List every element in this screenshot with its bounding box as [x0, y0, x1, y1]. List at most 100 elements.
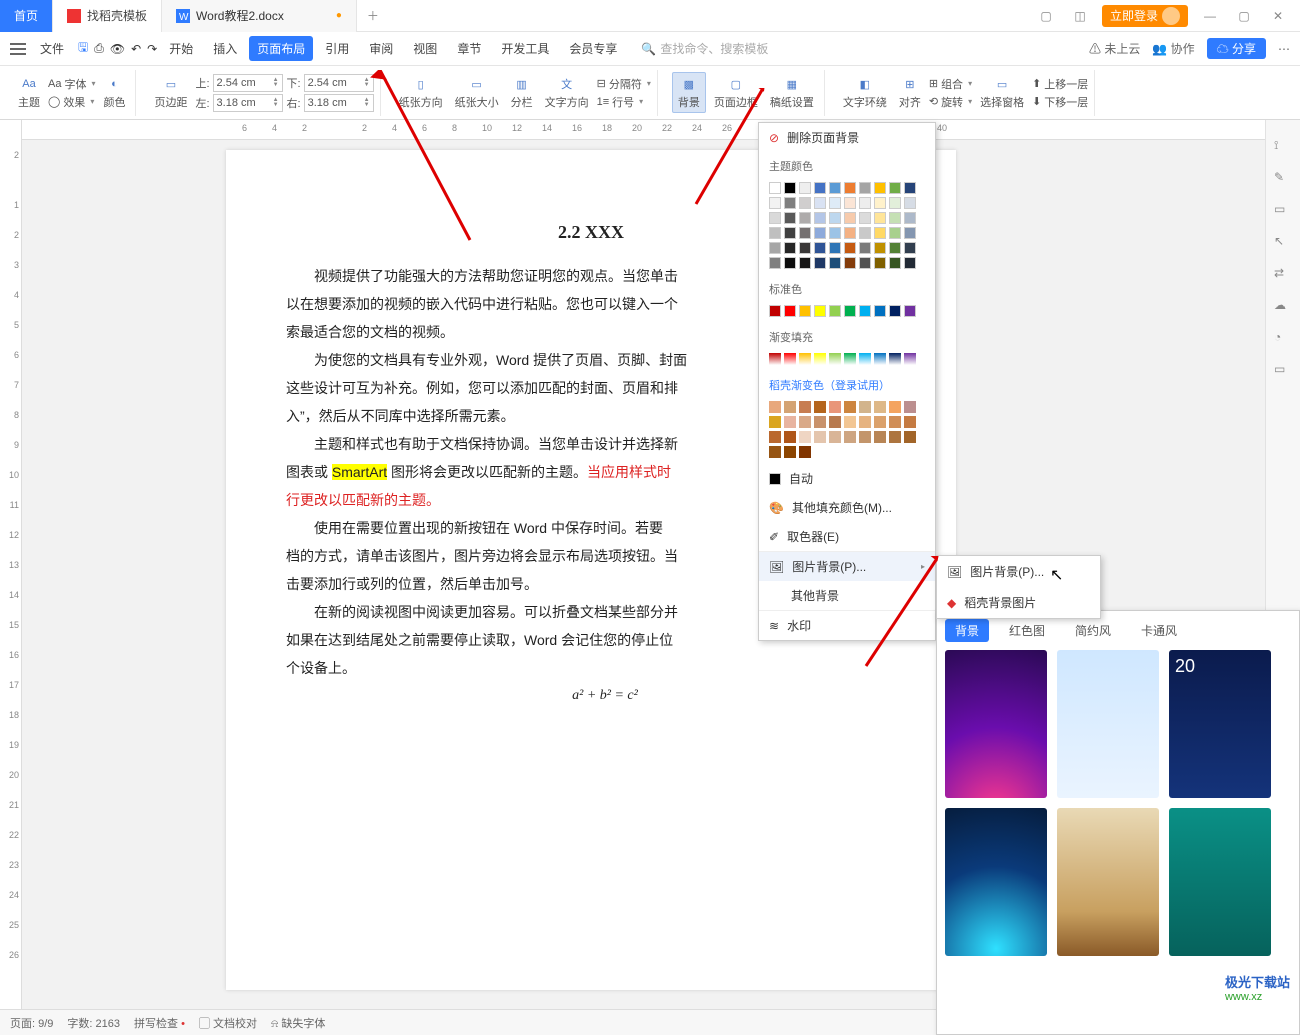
picture-bg-item[interactable]: 🖼图片背景(P)...▸	[759, 552, 935, 581]
docer-swatch[interactable]	[784, 431, 796, 443]
docer-swatch[interactable]	[799, 431, 811, 443]
sync-status[interactable]: ⚠ 未上云	[1089, 40, 1140, 57]
docer-swatch[interactable]	[844, 416, 856, 428]
color-swatch[interactable]	[889, 197, 901, 209]
color-swatch[interactable]	[784, 197, 796, 209]
color-swatch[interactable]	[814, 242, 826, 254]
pageborder-button[interactable]: ▢页面边框	[710, 75, 762, 110]
color-swatch[interactable]	[814, 197, 826, 209]
docer-swatch[interactable]	[859, 401, 871, 413]
color-swatch[interactable]	[844, 242, 856, 254]
color-swatch[interactable]	[769, 182, 781, 194]
color-swatch[interactable]	[874, 197, 886, 209]
menu-start[interactable]: 开始	[161, 36, 201, 61]
status-page[interactable]: 页面: 9/9	[10, 1015, 53, 1031]
color-swatch[interactable]	[859, 242, 871, 254]
tab-document[interactable]: W Word教程2.docx ●	[162, 0, 357, 32]
gradient-swatches[interactable]	[759, 351, 935, 371]
color-swatch[interactable]	[874, 257, 886, 269]
color-swatch[interactable]	[784, 305, 796, 317]
color-swatch[interactable]	[784, 227, 796, 239]
docer-swatch[interactable]	[769, 431, 781, 443]
color-swatch[interactable]	[889, 305, 901, 317]
docer-swatch[interactable]	[829, 401, 841, 413]
margin-right-input[interactable]: 3.18 cm▲▼	[304, 94, 374, 112]
menu-member[interactable]: 会员专享	[561, 36, 625, 61]
menu-view[interactable]: 视图	[405, 36, 445, 61]
horizontal-ruler[interactable]: 642 246 81012 141618 202224 2640	[22, 120, 1265, 140]
collab-button[interactable]: 👥 协作	[1152, 40, 1194, 57]
color-swatch[interactable]	[829, 257, 841, 269]
docer-swatch[interactable]	[859, 431, 871, 443]
tab-home[interactable]: 首页	[0, 0, 53, 32]
docer-swatch[interactable]	[874, 416, 886, 428]
color-swatch[interactable]	[799, 182, 811, 194]
watermark-item[interactable]: ≋水印	[759, 611, 935, 640]
cursor-icon[interactable]: ↖	[1274, 234, 1292, 252]
other-bg-item[interactable]: 其他背景	[759, 581, 935, 610]
docer-swatch[interactable]	[904, 416, 916, 428]
color-swatch[interactable]	[889, 257, 901, 269]
bg-thumb[interactable]	[945, 808, 1047, 956]
columns-button[interactable]: ▥分栏	[507, 75, 537, 110]
pen-icon[interactable]: ✎	[1274, 170, 1292, 188]
submenu-docerbg[interactable]: ◆稻壳背景图片	[937, 587, 1100, 618]
lineno-button[interactable]: 1≡ 行号▾	[597, 94, 651, 110]
gradient-swatch[interactable]	[844, 353, 856, 365]
command-search[interactable]: 🔍 查找命令、搜索模板	[641, 40, 768, 57]
color-swatch[interactable]	[769, 227, 781, 239]
color-swatch[interactable]	[904, 257, 916, 269]
undo-icon[interactable]: ↶	[131, 42, 141, 56]
select-icon[interactable]: ▭	[1274, 202, 1292, 220]
color-swatch[interactable]	[874, 242, 886, 254]
margin-top-input[interactable]: 2.54 cm▲▼	[213, 74, 283, 92]
docer-swatch[interactable]	[844, 431, 856, 443]
tool-icon[interactable]: ▭	[1274, 362, 1292, 380]
color-swatch[interactable]	[874, 305, 886, 317]
align-button[interactable]: ⊞对齐	[895, 75, 925, 110]
docer-swatch[interactable]	[829, 416, 841, 428]
status-proof[interactable]: ▢ 文档校对	[199, 1015, 257, 1031]
bringfwd-button[interactable]: ⬆ 上移一层	[1032, 76, 1088, 92]
submenu-picbg[interactable]: 🖼图片背景(P)...	[937, 556, 1100, 587]
rotate-button[interactable]: ⟲ 旋转▾	[929, 94, 972, 110]
color-swatch[interactable]	[814, 257, 826, 269]
bg-thumb[interactable]: 20	[1169, 650, 1271, 798]
color-swatch[interactable]	[814, 305, 826, 317]
menu-devtool[interactable]: 开发工具	[493, 36, 557, 61]
status-spell[interactable]: 拼写检查 •	[134, 1015, 185, 1031]
maximize-button[interactable]: ▢	[1232, 4, 1256, 28]
docer-swatch[interactable]	[784, 401, 796, 413]
login-button[interactable]: 立即登录	[1102, 5, 1188, 27]
gradient-swatch[interactable]	[799, 353, 811, 365]
selectionpane-button[interactable]: ▭选择窗格	[976, 75, 1028, 110]
share-button[interactable]: ☁ 分享	[1207, 38, 1266, 59]
gradient-swatch[interactable]	[874, 353, 886, 365]
redo-icon[interactable]: ↷	[147, 42, 157, 56]
color-swatch[interactable]	[799, 257, 811, 269]
sendback-button[interactable]: ⬇ 下移一层	[1032, 94, 1088, 110]
docer-swatch[interactable]	[769, 446, 781, 458]
color-swatch[interactable]	[829, 182, 841, 194]
bg-thumb[interactable]	[1057, 650, 1159, 798]
group-button[interactable]: ⊞ 组合▾	[929, 76, 972, 92]
color-swatch[interactable]	[799, 305, 811, 317]
color-swatch[interactable]	[859, 227, 871, 239]
menu-review[interactable]: 审阅	[361, 36, 401, 61]
color-swatch[interactable]	[799, 242, 811, 254]
bg-thumb[interactable]	[945, 650, 1047, 798]
hamburger-icon[interactable]	[10, 43, 26, 55]
gradient-swatch[interactable]	[769, 353, 781, 365]
color-swatch[interactable]	[844, 227, 856, 239]
vertical-ruler[interactable]: 212 345 678 91011 121314 151617 181920 2…	[0, 120, 22, 1009]
remove-bg-item[interactable]: ⊘删除页面背景	[759, 123, 935, 152]
color-swatch[interactable]	[859, 212, 871, 224]
menu-chapter[interactable]: 章节	[449, 36, 489, 61]
docer-swatch[interactable]	[904, 431, 916, 443]
grid-icon[interactable]: ◫	[1068, 4, 1092, 28]
color-swatch[interactable]	[859, 257, 871, 269]
docer-swatch[interactable]	[889, 401, 901, 413]
bg-thumb[interactable]	[1169, 808, 1271, 956]
color-swatch[interactable]	[829, 197, 841, 209]
color-swatch[interactable]	[784, 257, 796, 269]
